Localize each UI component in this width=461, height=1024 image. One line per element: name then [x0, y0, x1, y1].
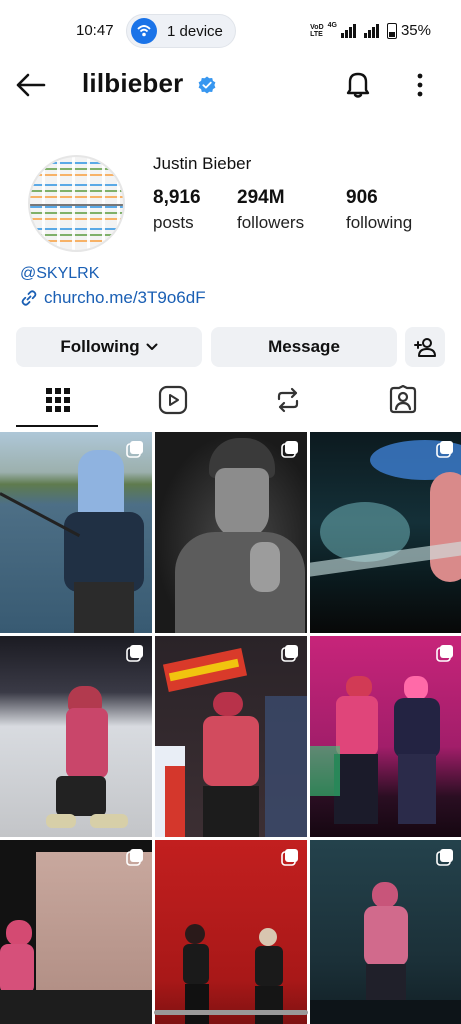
home-indicator[interactable]	[154, 1010, 308, 1015]
notifications-button[interactable]	[342, 68, 374, 100]
reels-icon	[158, 385, 187, 415]
status-bar: 10:47 1 device VoD LTE 4G 35%	[0, 0, 461, 60]
threads-handle-link[interactable]: @SKYLRK	[20, 265, 206, 283]
post-tile[interactable]	[310, 840, 461, 1024]
wifi-hotspot-icon	[131, 18, 157, 44]
following-button[interactable]: Following	[16, 327, 202, 367]
status-time: 10:47	[76, 22, 114, 39]
back-button[interactable]	[14, 70, 48, 100]
profile-full-name: Justin Bieber	[153, 154, 252, 173]
post-tile[interactable]	[155, 636, 307, 837]
followers-stat[interactable]: 294M followers	[237, 187, 304, 233]
following-stat[interactable]: 906 following	[346, 187, 412, 233]
tab-reels[interactable]	[115, 372, 230, 428]
chevron-down-icon	[146, 343, 158, 350]
grid-icon	[45, 388, 70, 412]
following-count: 906	[346, 187, 378, 208]
profile-username: lilbieber	[82, 68, 184, 98]
suggested-users-button[interactable]	[405, 327, 445, 367]
tagged-icon	[389, 385, 416, 414]
carousel-icon	[436, 441, 453, 458]
profile-tabs	[0, 372, 461, 428]
following-button-label: Following	[60, 337, 140, 356]
arrow-left-icon	[16, 73, 46, 97]
carousel-icon	[281, 441, 298, 458]
post-tile[interactable]	[155, 840, 307, 1024]
add-person-icon	[414, 338, 436, 357]
signal-1-icon	[340, 23, 356, 38]
link-icon	[21, 290, 37, 306]
profile-header: lilbieber	[0, 62, 461, 108]
profile-avatar[interactable]	[28, 155, 125, 252]
carousel-icon	[126, 849, 143, 866]
message-button[interactable]: Message	[211, 327, 397, 367]
tab-reposts[interactable]	[230, 372, 345, 428]
post-tile[interactable]	[0, 840, 152, 1024]
message-button-label: Message	[268, 337, 340, 356]
reposts-icon	[277, 387, 298, 413]
tab-tagged[interactable]	[345, 372, 460, 428]
posts-grid	[0, 432, 461, 1024]
battery-percent: 35%	[400, 22, 431, 39]
following-label: following	[346, 213, 413, 232]
more-options-button[interactable]	[410, 70, 430, 100]
posts-count: 8,916	[153, 187, 201, 208]
device-pill-label: 1 device	[167, 23, 223, 40]
volte-indicator: VoD LTE	[310, 23, 324, 38]
external-link-text: churcho.me/3T9o6dF	[44, 288, 206, 307]
carousel-icon	[126, 441, 143, 458]
followers-count: 294M	[237, 187, 285, 208]
tab-posts-grid[interactable]	[0, 372, 115, 428]
verified-badge-icon	[198, 76, 216, 94]
carousel-icon	[281, 645, 298, 662]
device-pill[interactable]: 1 device	[126, 14, 236, 48]
bell-icon	[346, 72, 370, 98]
post-tile[interactable]	[310, 432, 461, 633]
post-tile[interactable]	[310, 636, 461, 837]
post-tile[interactable]	[0, 636, 152, 837]
carousel-icon	[436, 645, 453, 662]
signal-2-icon	[363, 23, 379, 38]
post-tile[interactable]	[155, 432, 307, 633]
carousel-icon	[281, 849, 298, 866]
carousel-icon	[436, 849, 453, 866]
followers-label: followers	[237, 213, 305, 232]
carousel-icon	[126, 645, 143, 662]
posts-stat[interactable]: 8,916 posts	[153, 187, 201, 233]
more-vertical-icon	[417, 73, 423, 97]
bio-links: @SKYLRK churcho.me/3T9o6dF	[20, 265, 206, 308]
network-gen-label: 4G	[327, 22, 337, 29]
posts-label: posts	[153, 213, 194, 232]
battery-icon	[386, 22, 397, 39]
active-tab-indicator	[16, 425, 98, 427]
external-link[interactable]: churcho.me/3T9o6dF	[20, 288, 206, 308]
post-tile[interactable]	[0, 432, 152, 633]
status-indicators: VoD LTE 4G 35%	[310, 22, 431, 39]
